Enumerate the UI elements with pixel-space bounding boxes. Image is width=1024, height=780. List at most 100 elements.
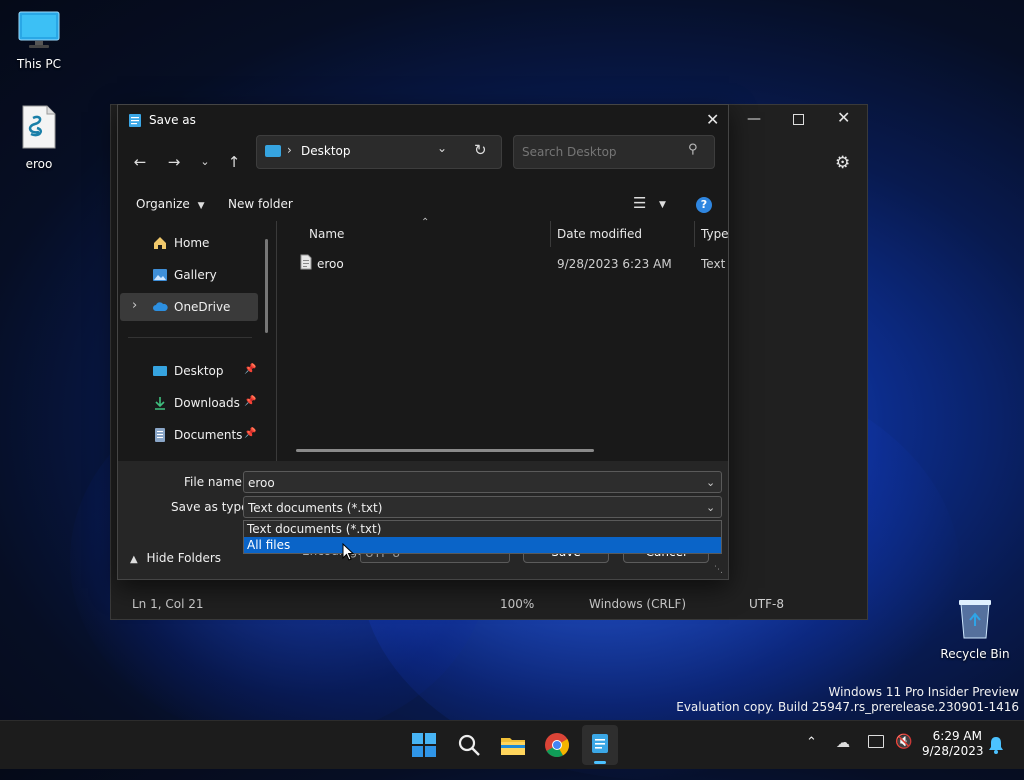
view-options-icon[interactable]: ☰ <box>633 194 646 212</box>
dropdown-option-selected[interactable]: All files <box>244 537 721 553</box>
column-separator[interactable] <box>550 221 551 247</box>
nav-item-downloads[interactable]: Downloads 📌 <box>120 389 258 417</box>
close-icon[interactable]: ✕ <box>706 110 719 129</box>
clock[interactable]: 6:29 AM 9/28/2023 <box>922 729 984 759</box>
desktop-folder-icon <box>153 366 167 376</box>
desktop-icon-this-pc[interactable]: This PC <box>4 10 74 71</box>
column-header-name[interactable]: Name <box>309 227 344 241</box>
organize-button[interactable]: Organize ▼ <box>136 197 205 211</box>
monitor-icon <box>18 11 60 48</box>
status-zoom: 100% <box>500 597 535 611</box>
column-header-date[interactable]: Date modified <box>557 227 642 241</box>
nav-label: OneDrive <box>174 300 231 314</box>
filename-field[interactable]: eroo ⌄ <box>243 471 722 493</box>
clock-time: 6:29 AM <box>932 729 982 743</box>
gear-icon[interactable]: ⚙ <box>835 153 850 173</box>
chevron-down-icon[interactable]: ⌄ <box>706 497 715 519</box>
status-encoding: UTF-8 <box>749 597 784 611</box>
hide-folders-button[interactable]: ▲ Hide Folders <box>130 551 221 565</box>
new-folder-button[interactable]: New folder <box>228 197 293 211</box>
watermark: Windows 11 Pro Insider Preview Evaluatio… <box>676 685 1019 715</box>
pane-separator <box>276 221 277 461</box>
search-box[interactable]: ⚲ <box>513 135 715 169</box>
status-bar: Ln 1, Col 21 100% Windows (CRLF) UTF-8 <box>111 587 867 619</box>
nav-item-documents[interactable]: Documents 📌 <box>120 421 258 449</box>
nav-pane: Home Gallery › OneDrive Desktop 📌 Downlo… <box>118 221 276 461</box>
chevron-up-icon[interactable]: ⌃ <box>806 735 817 750</box>
save-as-type-select[interactable]: Text documents (*.txt) ⌄ <box>243 496 722 518</box>
nav-item-gallery[interactable]: Gallery <box>120 261 258 289</box>
chevron-right-icon[interactable]: › <box>132 298 137 313</box>
gallery-icon <box>153 269 167 281</box>
nav-label: Downloads <box>174 396 240 410</box>
network-icon[interactable] <box>868 735 884 748</box>
search-input[interactable] <box>520 142 684 162</box>
nav-item-home[interactable]: Home <box>120 229 258 257</box>
desktop-folder-icon <box>265 145 281 157</box>
save-as-dialog: Save as ✕ ← → ⌄ ↑ › Desktop ⌄ ↻ ⚲ Organi… <box>117 104 729 580</box>
file-name: eroo <box>317 257 344 271</box>
help-icon[interactable]: ? <box>696 197 712 213</box>
start-icon[interactable] <box>410 731 438 759</box>
notepad-taskbar-button[interactable] <box>582 725 618 765</box>
notification-bell-icon[interactable] <box>988 736 1004 754</box>
onedrive-tray-icon[interactable]: ☁ <box>836 735 850 751</box>
search-icon[interactable] <box>455 731 483 759</box>
file-row[interactable]: eroo 9/28/2023 6:23 AM Text D <box>294 251 726 275</box>
mouse-cursor-icon <box>342 543 354 561</box>
save-as-type-label: Save as type: <box>171 500 253 514</box>
text-file-icon <box>22 105 56 149</box>
dropdown-option[interactable]: Text documents (*.txt) <box>244 521 721 537</box>
caret-down-icon: ▼ <box>197 201 205 211</box>
nav-item-desktop[interactable]: Desktop 📌 <box>120 357 258 385</box>
chrome-icon[interactable] <box>543 731 571 759</box>
back-arrow-icon[interactable]: ← <box>126 148 154 176</box>
nav-item-onedrive[interactable]: › OneDrive <box>120 293 258 321</box>
up-arrow-icon[interactable]: ↑ <box>220 148 248 176</box>
address-bar[interactable]: › Desktop ⌄ ↻ <box>256 135 502 169</box>
volume-muted-icon[interactable]: 🔇 <box>895 734 912 750</box>
pin-icon: 📌 <box>244 364 257 375</box>
watermark-line1: Windows 11 Pro Insider Preview <box>828 685 1019 699</box>
nav-label: Gallery <box>174 268 217 282</box>
chevron-down-icon[interactable]: ⌄ <box>706 472 715 494</box>
desktop-icon-label: This PC <box>17 57 61 71</box>
status-position: Ln 1, Col 21 <box>132 597 204 611</box>
save-as-type-value: Text documents (*.txt) <box>248 501 383 515</box>
cloud-icon <box>153 302 168 311</box>
status-line-ending: Windows (CRLF) <box>589 597 687 611</box>
organize-label: Organize <box>136 197 190 211</box>
column-separator[interactable] <box>694 221 695 247</box>
chevron-down-icon[interactable]: ⌄ <box>437 141 447 155</box>
chevron-down-icon[interactable]: ⌄ <box>191 148 219 176</box>
nav-label: Home <box>174 236 210 250</box>
divider <box>128 337 252 338</box>
file-explorer-icon[interactable] <box>499 731 527 759</box>
filename-value: eroo <box>248 476 275 490</box>
desktop-icon-eroo[interactable]: eroo <box>4 104 74 171</box>
close-icon[interactable]: ✕ <box>837 108 850 127</box>
forward-arrow-icon[interactable]: → <box>160 148 188 176</box>
refresh-icon[interactable]: ↻ <box>474 141 487 159</box>
resize-grip-icon[interactable]: ⋱ <box>714 565 723 575</box>
nav-scrollbar[interactable] <box>265 239 268 333</box>
form-area: File name: eroo ⌄ Save as type: Text doc… <box>118 461 728 579</box>
address-location: Desktop <box>301 144 351 158</box>
taskbar: ⌃ ☁ 🔇 6:29 AM 9/28/2023 <box>0 720 1024 769</box>
search-icon: ⚲ <box>688 142 698 157</box>
caret-down-icon[interactable]: ▼ <box>659 200 666 210</box>
nav-label: Documents <box>174 428 243 442</box>
desktop-icon-label: Recycle Bin <box>940 647 1010 661</box>
chevron-right-icon: › <box>287 143 292 157</box>
nav-label: Desktop <box>174 364 224 378</box>
maximize-icon[interactable] <box>793 114 804 125</box>
active-indicator <box>594 761 606 764</box>
save-as-type-dropdown: Text documents (*.txt) All files <box>243 520 722 554</box>
minimize-icon[interactable]: — <box>747 111 761 127</box>
horizontal-scrollbar[interactable] <box>296 449 594 452</box>
hide-folders-label: Hide Folders <box>146 551 222 565</box>
watermark-line2: Evaluation copy. Build 25947.rs_prerelea… <box>676 700 1019 714</box>
column-header-type[interactable]: Type <box>701 227 729 241</box>
desktop-icon-recycle-bin[interactable]: Recycle Bin <box>940 596 1010 661</box>
document-icon <box>155 428 165 442</box>
